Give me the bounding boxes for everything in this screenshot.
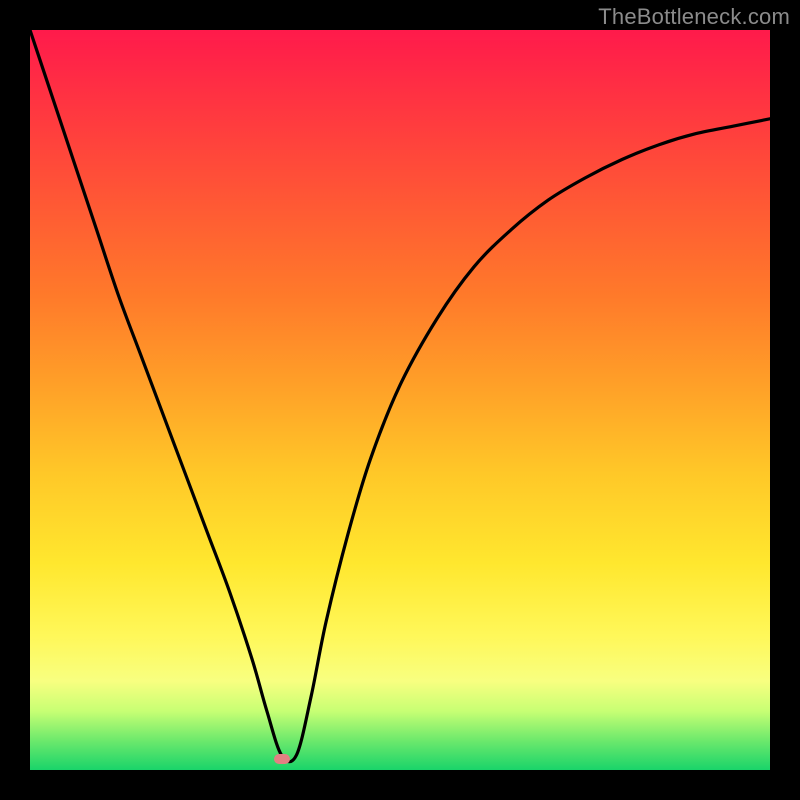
chart-stage: TheBottleneck.com xyxy=(0,0,800,800)
attribution-label: TheBottleneck.com xyxy=(598,4,790,30)
bottleneck-curve xyxy=(30,30,770,770)
min-marker xyxy=(274,754,290,764)
plot-area xyxy=(30,30,770,770)
